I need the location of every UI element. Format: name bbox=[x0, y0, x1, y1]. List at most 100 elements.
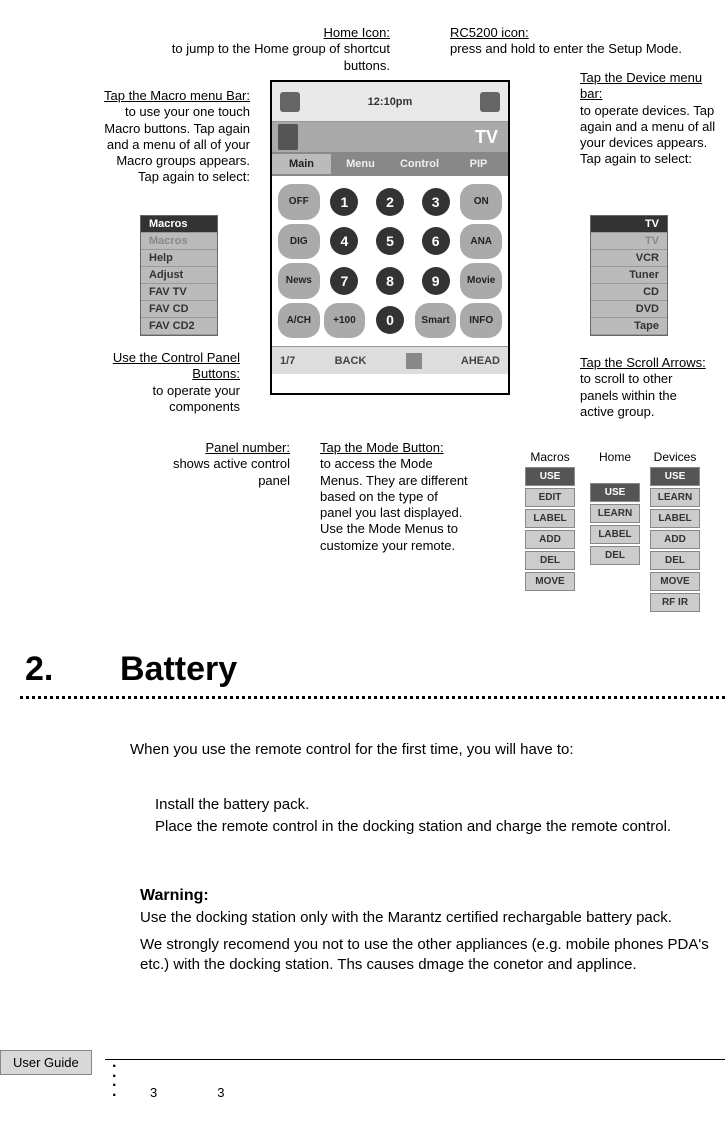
mode-btn[interactable]: RF IR bbox=[650, 593, 700, 612]
mode-btn[interactable]: DEL bbox=[590, 546, 640, 565]
remote-top-bar: 12:10pm bbox=[272, 82, 508, 122]
remote-bottom-bar: 1/7 BACK AHEAD bbox=[272, 346, 508, 374]
footer-rule bbox=[105, 1059, 725, 1060]
mode-stack-home: Home USE LEARN LABEL DEL bbox=[590, 450, 640, 567]
rc5200-icon[interactable] bbox=[480, 92, 500, 112]
macro-popup-menu: Macros Macros Help Adjust FAV TV FAV CD … bbox=[140, 215, 218, 336]
menu-item: FAV CD bbox=[141, 301, 217, 318]
battery-step1: Install the battery pack. bbox=[155, 795, 695, 815]
menu-item: Adjust bbox=[141, 267, 217, 284]
callout-mode-button: Tap the Mode Button: to access the Mode … bbox=[320, 440, 470, 554]
panel-number: 1/7 bbox=[280, 355, 295, 367]
mode-btn[interactable]: DEL bbox=[650, 551, 700, 570]
key-info[interactable]: INFO bbox=[460, 303, 502, 339]
callout-macro-bar: Tap the Macro menu Bar: to use your one … bbox=[100, 88, 250, 186]
device-art-icon bbox=[278, 124, 298, 150]
footer-tab: User Guide bbox=[0, 1050, 92, 1075]
callout-text: to operate your components bbox=[153, 383, 240, 414]
key-off[interactable]: OFF bbox=[278, 184, 320, 220]
key-ana[interactable]: ANA bbox=[460, 224, 502, 260]
tab-control[interactable]: Control bbox=[390, 154, 449, 174]
key-on[interactable]: ON bbox=[460, 184, 502, 220]
callout-text: to use your one touch Macro buttons. Tap… bbox=[104, 104, 250, 184]
key-9[interactable]: 9 bbox=[422, 267, 450, 295]
mode-btn[interactable]: USE bbox=[650, 467, 700, 486]
back-button[interactable]: BACK bbox=[335, 355, 367, 367]
home-icon[interactable] bbox=[280, 92, 300, 112]
callout-text: to scroll to other panels within the act… bbox=[580, 371, 677, 419]
callout-text: to operate devices. Tap again and a menu… bbox=[580, 103, 715, 167]
key-7[interactable]: 7 bbox=[330, 267, 358, 295]
key-2[interactable]: 2 bbox=[376, 188, 404, 216]
tab-menu[interactable]: Menu bbox=[331, 154, 390, 174]
key-3[interactable]: 3 bbox=[422, 188, 450, 216]
callout-text: press and hold to enter the Setup Mode. bbox=[450, 41, 682, 56]
callout-title: Tap the Macro menu Bar: bbox=[104, 88, 250, 103]
mode-btn[interactable]: EDIT bbox=[525, 488, 575, 507]
remote-title-bar[interactable]: TV bbox=[272, 122, 508, 152]
key-8[interactable]: 8 bbox=[376, 267, 404, 295]
key-6[interactable]: 6 bbox=[422, 227, 450, 255]
tab-main[interactable]: Main bbox=[272, 154, 331, 174]
callout-title: Tap the Mode Button: bbox=[320, 440, 444, 455]
warning-heading: Warning: bbox=[140, 885, 209, 907]
key-ach[interactable]: A/CH bbox=[278, 303, 320, 339]
tab-pip[interactable]: PIP bbox=[449, 154, 508, 174]
menu-item: CD bbox=[591, 284, 667, 301]
menu-item: VCR bbox=[591, 250, 667, 267]
mode-label: Home bbox=[590, 450, 640, 464]
mode-btn[interactable]: MOVE bbox=[650, 572, 700, 591]
menu-item: TV bbox=[591, 233, 667, 250]
key-movie[interactable]: Movie bbox=[460, 263, 502, 299]
key-smart[interactable]: Smart bbox=[415, 303, 457, 339]
footer-page-numbers: 33 bbox=[150, 1085, 284, 1100]
key-0[interactable]: 0 bbox=[376, 306, 404, 334]
callout-title: RC5200 icon: bbox=[450, 25, 529, 40]
mode-btn[interactable]: ADD bbox=[650, 530, 700, 549]
device-popup-menu: TV TV VCR Tuner CD DVD Tape bbox=[590, 215, 668, 336]
key-plus100[interactable]: +100 bbox=[324, 303, 366, 339]
section-number: 2. bbox=[25, 650, 53, 689]
battery-step2: Place the remote control in the docking … bbox=[155, 817, 695, 837]
footer-n2: 3 bbox=[217, 1085, 284, 1100]
key-5[interactable]: 5 bbox=[376, 227, 404, 255]
menu-item: FAV TV bbox=[141, 284, 217, 301]
mode-button-icon[interactable] bbox=[406, 353, 422, 369]
mode-stack-macros: Macros USE EDIT LABEL ADD DEL MOVE bbox=[525, 450, 575, 593]
footer-dots: ···· bbox=[112, 1062, 117, 1100]
ahead-button[interactable]: AHEAD bbox=[461, 355, 500, 367]
callout-title: Panel number: bbox=[205, 440, 290, 455]
mode-btn[interactable]: LABEL bbox=[590, 525, 640, 544]
mode-btn[interactable]: MOVE bbox=[525, 572, 575, 591]
mode-btn[interactable]: USE bbox=[525, 467, 575, 486]
mode-stack-devices: Devices USE LEARN LABEL ADD DEL MOVE RF … bbox=[650, 450, 700, 614]
mode-btn[interactable]: USE bbox=[590, 483, 640, 502]
callout-text: to jump to the Home group of shortcut bu… bbox=[172, 41, 390, 72]
mode-btn[interactable]: LEARN bbox=[650, 488, 700, 507]
callout-title: Tap the Device menu bar: bbox=[580, 70, 702, 101]
warning-text-1: Use the docking station only with the Ma… bbox=[140, 908, 720, 928]
menu-item: Macros bbox=[141, 216, 217, 233]
callout-rc5200: RC5200 icon: press and hold to enter the… bbox=[450, 25, 720, 58]
menu-item: TV bbox=[591, 216, 667, 233]
callout-panel-number: Panel number: shows active control panel bbox=[170, 440, 290, 489]
mode-label: Devices bbox=[650, 450, 700, 464]
key-1[interactable]: 1 bbox=[330, 188, 358, 216]
mode-btn[interactable]: LEARN bbox=[590, 504, 640, 523]
menu-item: Tape bbox=[591, 318, 667, 335]
mode-btn[interactable]: DEL bbox=[525, 551, 575, 570]
mode-btn[interactable]: LABEL bbox=[525, 509, 575, 528]
callout-control-panel: Use the Control Panel Buttons: to operat… bbox=[100, 350, 240, 415]
key-dig[interactable]: DIG bbox=[278, 224, 320, 260]
callout-home-icon: Home Icon: to jump to the Home group of … bbox=[165, 25, 390, 74]
mode-btn[interactable]: LABEL bbox=[650, 509, 700, 528]
menu-item: FAV CD2 bbox=[141, 318, 217, 335]
mode-btn[interactable]: ADD bbox=[525, 530, 575, 549]
callout-scroll: Tap the Scroll Arrows: to scroll to othe… bbox=[580, 355, 710, 420]
key-4[interactable]: 4 bbox=[330, 227, 358, 255]
menu-item: Help bbox=[141, 250, 217, 267]
callout-title: Use the Control Panel Buttons: bbox=[113, 350, 240, 381]
key-news[interactable]: News bbox=[278, 263, 320, 299]
remote-tabs: Main Menu Control PIP bbox=[272, 152, 508, 176]
remote-screen: 12:10pm TV Main Menu Control PIP OFF 1 2… bbox=[270, 80, 510, 395]
